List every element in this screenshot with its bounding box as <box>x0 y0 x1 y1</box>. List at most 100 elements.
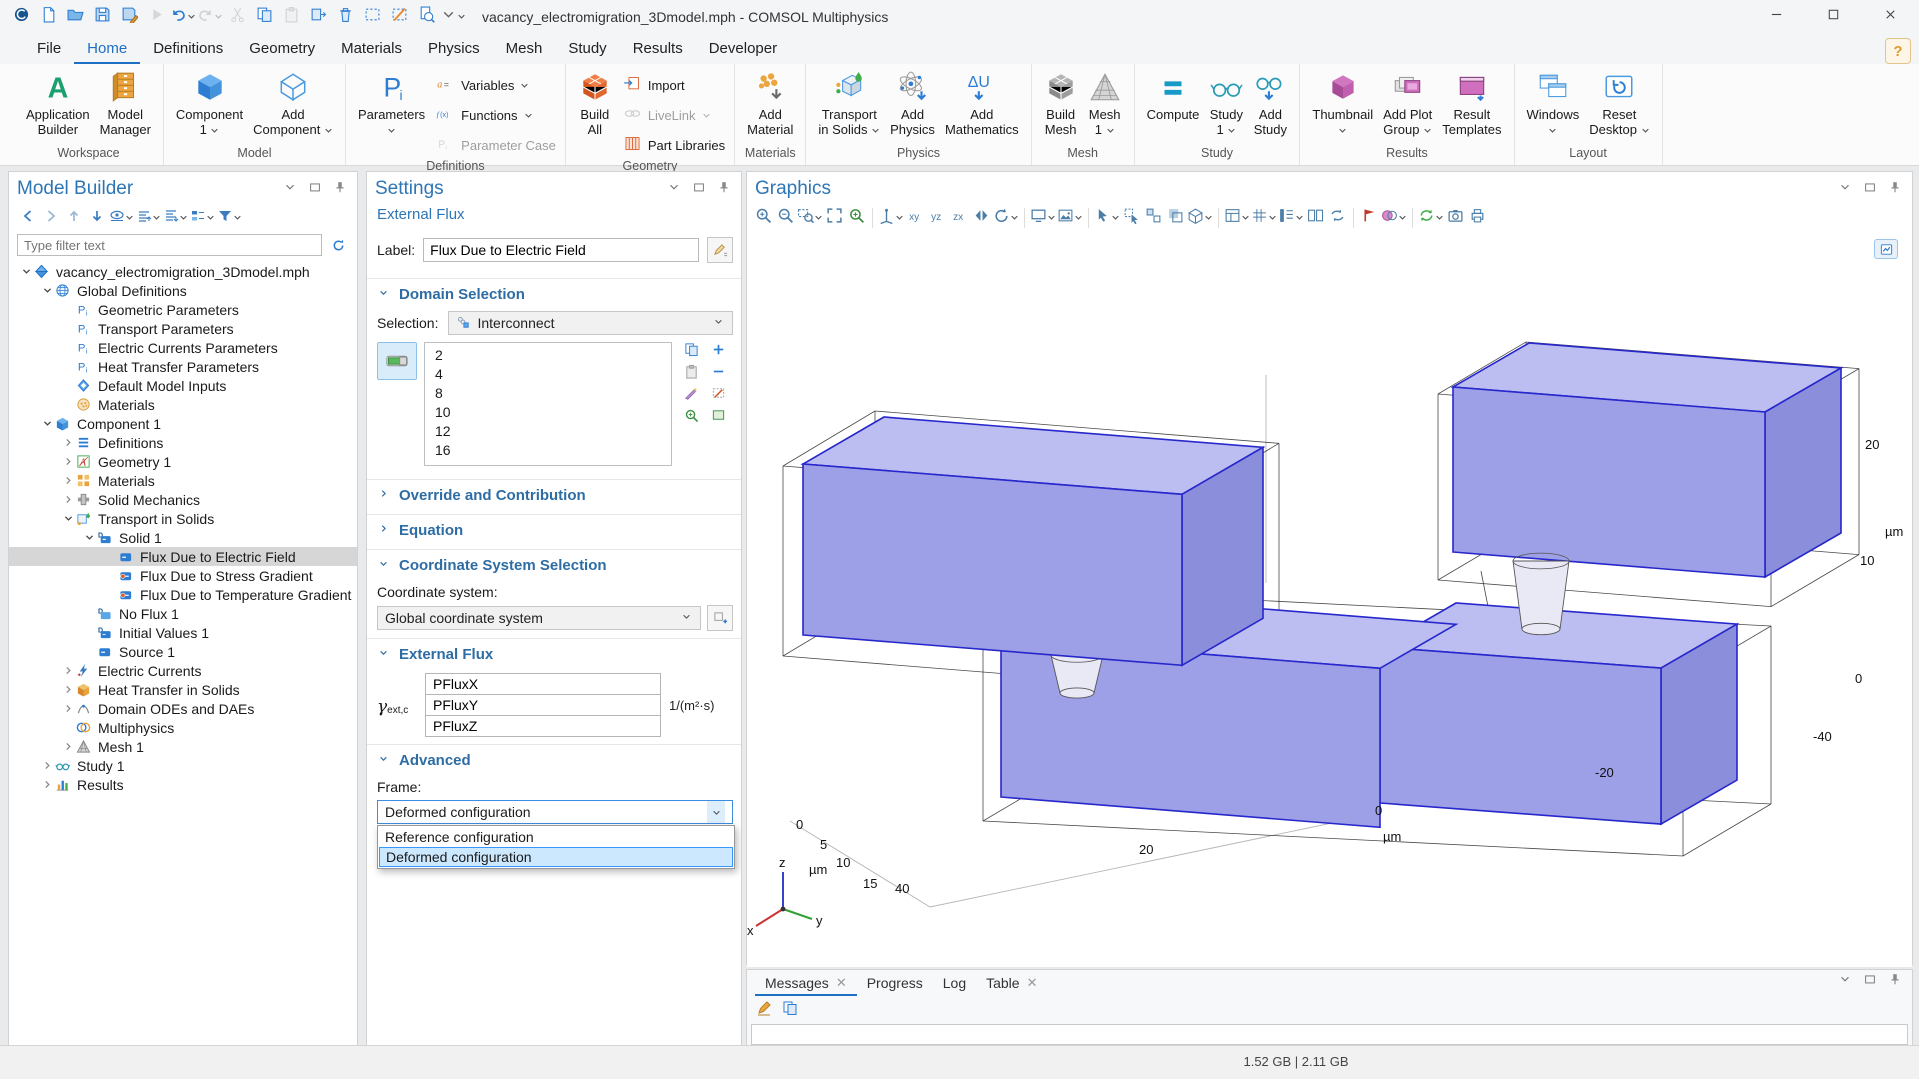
expander-icon[interactable] <box>61 513 76 524</box>
expander-icon[interactable] <box>61 703 76 714</box>
remove-from-selection-button[interactable] <box>706 364 730 384</box>
add-study-button[interactable]: AddStudy <box>1248 67 1292 138</box>
run-button[interactable] <box>143 4 169 30</box>
tree-item-transport-parameters[interactable]: PiTransport Parameters <box>9 319 357 338</box>
close-button[interactable] <box>1862 0 1919 34</box>
variables-button[interactable]: a=Variables <box>436 74 556 96</box>
open-file-button[interactable] <box>62 4 88 30</box>
close-tab-icon[interactable]: ✕ <box>836 975 847 991</box>
component-1-button[interactable]: Component1 <box>171 67 248 138</box>
zx-view-button[interactable]: zx <box>949 207 970 229</box>
graphics-window-menu-button[interactable] <box>1836 180 1854 198</box>
compute-button[interactable]: Compute <box>1142 67 1205 122</box>
tree-item-materials[interactable]: Materials <box>9 395 357 414</box>
plot-context-button[interactable] <box>1874 239 1898 259</box>
scene-settings-button[interactable] <box>1030 207 1056 229</box>
override-section-header[interactable]: Override and Contribution <box>367 479 741 509</box>
menu-materials[interactable]: Materials <box>328 36 415 64</box>
tree-item-transport-in-solids[interactable]: Transport in Solids <box>9 509 357 528</box>
external-flux-section-header[interactable]: External Flux <box>367 638 741 668</box>
show-legend-button[interactable] <box>1278 207 1304 229</box>
refresh-filter-button[interactable] <box>328 234 349 256</box>
create-selection-button[interactable] <box>679 386 703 406</box>
messages-pin-window-button[interactable] <box>1886 972 1904 990</box>
hover-mode-button[interactable] <box>1121 207 1142 229</box>
menu-definitions[interactable]: Definitions <box>140 36 236 64</box>
tab-table[interactable]: Table✕ <box>976 972 1047 996</box>
domain-list-item[interactable]: 10 <box>425 402 671 421</box>
expander-icon[interactable] <box>40 285 55 296</box>
move-down-button[interactable] <box>86 207 107 229</box>
coordinate-system-combo[interactable]: Global coordinate system <box>377 606 701 630</box>
menu-physics[interactable]: Physics <box>415 36 493 64</box>
undo-button[interactable] <box>170 4 196 30</box>
frame-option-deformed-configuration[interactable]: Deformed configuration <box>379 847 733 867</box>
menu-results[interactable]: Results <box>620 36 696 64</box>
zoom-extents-button[interactable] <box>824 207 845 229</box>
application-builder-button[interactable]: AApplicationBuilder <box>21 67 95 138</box>
tab-messages[interactable]: Messages✕ <box>755 972 857 996</box>
delete-button[interactable] <box>332 4 358 30</box>
duplicate-button[interactable] <box>305 4 331 30</box>
model-builder-float-window-button[interactable] <box>306 180 324 198</box>
tree-item-solid-1[interactable]: DSolid 1 <box>9 528 357 547</box>
menu-file[interactable]: File <box>24 36 74 64</box>
settings-float-window-button[interactable] <box>690 180 708 198</box>
zoom-box-button[interactable] <box>797 207 823 229</box>
add-physics-button[interactable]: AddPhysics <box>885 67 940 138</box>
zoom-out-button[interactable] <box>775 207 796 229</box>
settings-window-menu-button[interactable] <box>665 180 683 198</box>
livelink-button[interactable]: LiveLink <box>623 104 725 126</box>
transport-in-solids-button[interactable]: Transportin Solids <box>813 67 885 138</box>
flip-view-button[interactable] <box>971 207 992 229</box>
tree-item-no-flux-1[interactable]: DNo Flux 1 <box>9 604 357 623</box>
add-plot-group-button[interactable]: Add PlotGroup <box>1378 67 1437 138</box>
study-1-button[interactable]: Study1 <box>1204 67 1248 138</box>
add-mathematics-button[interactable]: ΔUAddMathematics <box>940 67 1024 138</box>
expander-icon[interactable] <box>61 437 76 448</box>
expand-all-button[interactable] <box>163 207 188 229</box>
maximize-button[interactable] <box>1805 0 1862 34</box>
expander-icon[interactable] <box>40 418 55 429</box>
back-button[interactable] <box>17 207 38 229</box>
zoom-in-button[interactable] <box>753 207 774 229</box>
parameters-button[interactable]: PiParameters <box>353 67 430 138</box>
frame-combo[interactable]: Deformed configuration <box>377 800 733 824</box>
tree-item-heat-transfer-parameters[interactable]: PiHeat Transfer Parameters <box>9 357 357 376</box>
graphics-float-window-button[interactable] <box>1861 180 1879 198</box>
reset-colors-button[interactable] <box>1381 207 1407 229</box>
snapshot-button[interactable] <box>1445 207 1466 229</box>
tree-item-mesh-1[interactable]: Mesh 1 <box>9 737 357 756</box>
messages-float-window-button[interactable] <box>1861 972 1879 990</box>
xy-view-button[interactable]: xy <box>905 207 926 229</box>
frame-option-reference-configuration[interactable]: Reference configuration <box>379 827 733 847</box>
wireframe-rendering-button[interactable] <box>1187 207 1213 229</box>
tree-item-domain-odes-and-daes[interactable]: Domain ODEs and DAEs <box>9 699 357 718</box>
select-mode-button[interactable] <box>1094 207 1120 229</box>
copy-selection-button[interactable] <box>679 342 703 362</box>
show-grid-button[interactable] <box>1251 207 1277 229</box>
copy-log-button[interactable] <box>779 999 800 1021</box>
view-menu-button[interactable] <box>1224 207 1250 229</box>
clear-log-button[interactable] <box>753 999 774 1021</box>
save-button[interactable] <box>89 4 115 30</box>
show-button[interactable] <box>109 207 134 229</box>
domain-list-item[interactable]: 2 <box>425 345 671 364</box>
model-tree-options-button[interactable] <box>190 207 215 229</box>
menu-developer[interactable]: Developer <box>696 36 790 64</box>
zoom-to-selection-button[interactable] <box>846 207 867 229</box>
tree-item-global-definitions[interactable]: Global Definitions <box>9 281 357 300</box>
tree-item-multiphysics[interactable]: Multiphysics <box>9 718 357 737</box>
rename-label-button[interactable] <box>707 237 733 263</box>
expander-icon[interactable] <box>19 266 34 277</box>
domain-list-item[interactable]: 16 <box>425 440 671 459</box>
environment-button[interactable] <box>1418 207 1444 229</box>
move-up-button[interactable] <box>63 207 84 229</box>
expander-icon[interactable] <box>40 760 55 771</box>
menu-study[interactable]: Study <box>555 36 619 64</box>
settings-pin-window-button[interactable] <box>715 180 733 198</box>
close-tab-icon[interactable]: ✕ <box>1027 975 1038 991</box>
flux-field-y[interactable] <box>425 694 661 716</box>
create-coordinate-system-button[interactable] <box>707 605 733 631</box>
expander-icon[interactable] <box>40 779 55 790</box>
